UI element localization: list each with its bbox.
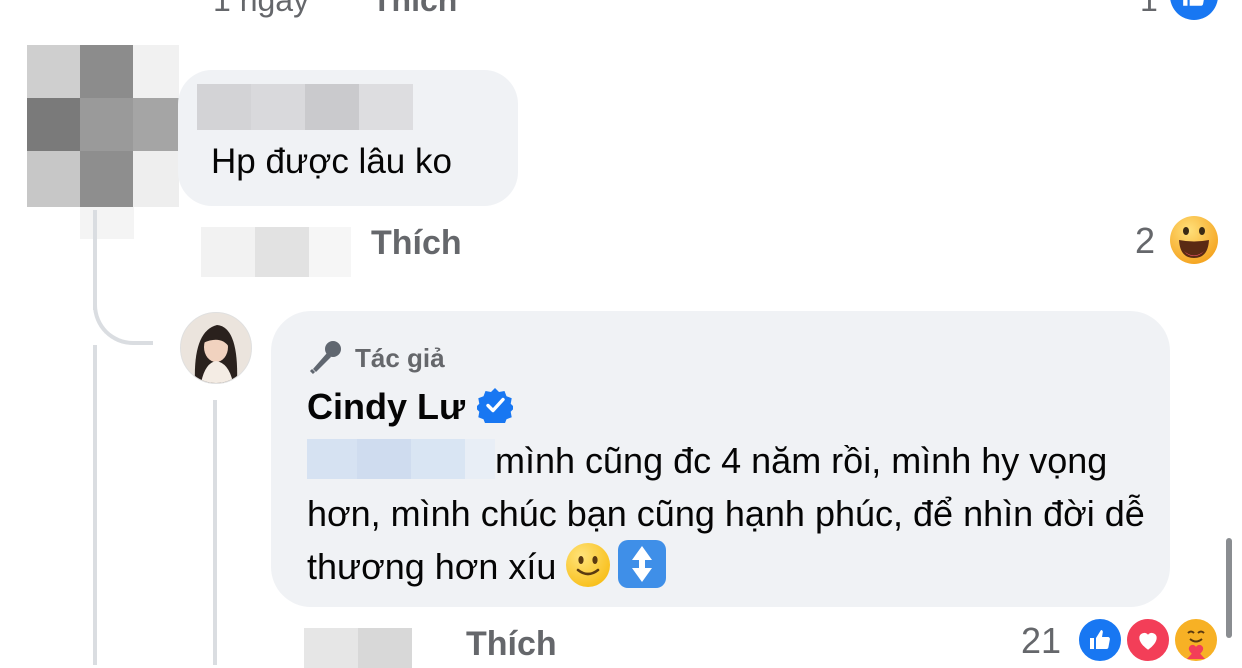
verified-badge-icon: [475, 387, 515, 428]
commenter-name-blurred[interactable]: [197, 84, 413, 130]
laugh-icon[interactable]: [1168, 214, 1220, 266]
microphone-icon: [307, 337, 345, 380]
love-icon[interactable]: [1124, 616, 1172, 664]
reply-message: mình cũng đc 4 năm rồi, mình hy vọng hơn…: [307, 434, 1147, 593]
reaction-count[interactable]: 1: [1140, 0, 1158, 19]
comment-text: Hp được lâu ko: [211, 142, 452, 181]
reply-time-blurred: [304, 628, 412, 668]
avatar-pixel-fragment: [80, 207, 134, 239]
reaction-count[interactable]: 2: [1135, 220, 1155, 262]
mention-blurred[interactable]: [307, 439, 495, 479]
author-badge-label: Tác giả: [355, 343, 445, 373]
avatar[interactable]: [180, 312, 252, 384]
avatar-pixelated[interactable]: [27, 45, 179, 207]
like-action-link[interactable]: Thích: [371, 224, 462, 263]
reaction-count[interactable]: 21: [1021, 620, 1061, 662]
care-icon[interactable]: [1172, 616, 1220, 664]
like-icon[interactable]: [1076, 616, 1124, 664]
up-down-arrow-emoji: [618, 540, 667, 588]
like-action-link[interactable]: Thích: [372, 0, 457, 19]
scrollbar[interactable]: [1226, 538, 1232, 638]
comment-time-blurred: [201, 227, 351, 277]
author-badge: Tác giả: [307, 337, 445, 380]
comment-timestamp: 1 ngày: [213, 0, 310, 18]
thread-line: [213, 400, 217, 665]
thread-line: [93, 345, 97, 665]
thread-connector: [93, 250, 153, 345]
reply-author: Cindy Lư: [307, 386, 515, 428]
author-name[interactable]: Cindy Lư: [307, 386, 465, 428]
like-icon[interactable]: [1170, 0, 1218, 20]
slightly-smiling-emoji: [566, 543, 611, 587]
like-action-link[interactable]: Thích: [466, 625, 557, 664]
